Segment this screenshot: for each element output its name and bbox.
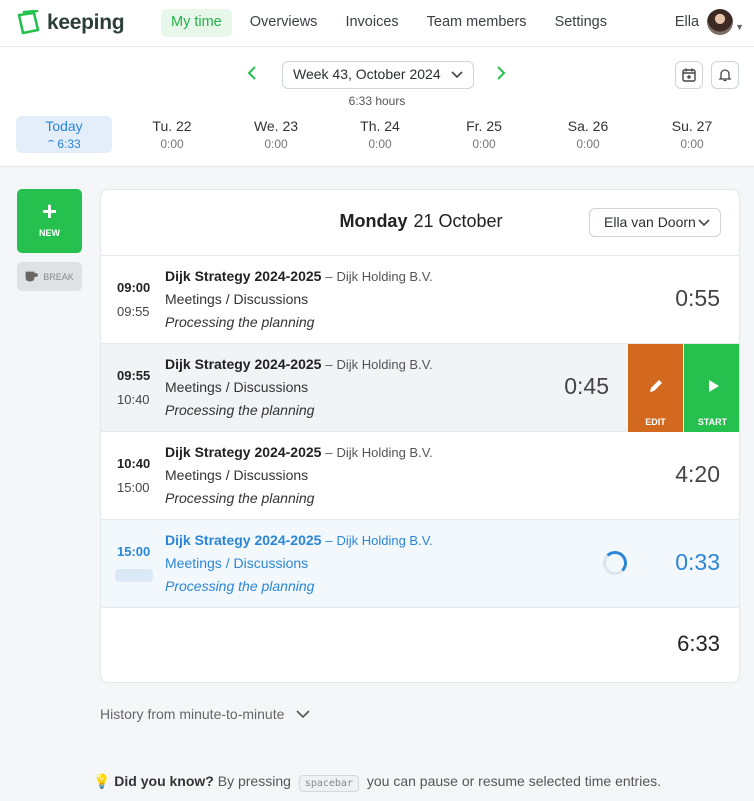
week-label: Week 43, October 2024 (293, 66, 441, 82)
keeping-logo-icon (17, 10, 40, 35)
week-select[interactable]: Week 43, October 2024 (282, 61, 474, 89)
entry-end-time: 10:40 (117, 392, 150, 407)
bell-icon (718, 69, 732, 82)
entry-duration: 0:45 (564, 373, 609, 399)
time-entry[interactable]: 10:40 15:00 Dijk Strategy 2024-2025 – Di… (101, 432, 739, 520)
entry-project: Dijk Strategy 2024-2025 (165, 268, 322, 284)
entry-start-time: 09:55 (117, 368, 151, 383)
start-entry-button[interactable]: START (684, 344, 739, 432)
entry-client: Dijk Holding B.V. (336, 533, 433, 548)
day-tab[interactable]: Th. 24 0:00 (328, 116, 432, 153)
entry-task: Meetings / Discussions (165, 555, 309, 571)
entry-task: Meetings / Discussions (165, 467, 309, 483)
lightbulb-icon: 💡 (92, 773, 111, 789)
entry-duration: 0:55 (675, 285, 720, 311)
history-toggle[interactable]: History from minute-to-minute (100, 706, 310, 722)
entry-start-time: 10:40 (117, 456, 151, 471)
chevron-down-icon (451, 71, 463, 79)
week-total-hours: 6:33 hours (348, 94, 406, 108)
calendar-button[interactable] (675, 61, 703, 89)
pencil-icon (649, 380, 662, 392)
entry-note: Processing the planning (165, 578, 315, 594)
entry-project: Dijk Strategy 2024-2025 (165, 532, 322, 548)
entry-start-time: 09:00 (117, 280, 151, 295)
person-select[interactable]: Ella van Doorn (589, 208, 721, 237)
user-name: Ella (674, 14, 700, 30)
day-tab[interactable]: Sa. 26 0:00 (536, 116, 640, 153)
chevron-down-icon (698, 219, 710, 227)
time-entry[interactable]: 09:55 10:40 Dijk Strategy 2024-2025 – Di… (101, 344, 739, 432)
entry-client: Dijk Holding B.V. (336, 445, 433, 460)
new-entry-button[interactable]: + NEW (17, 189, 82, 253)
app-name: keeping (47, 11, 125, 34)
previous-week-button[interactable] (247, 64, 257, 85)
nav-invoices[interactable]: Invoices (335, 9, 408, 37)
nav-overviews[interactable]: Overviews (240, 9, 328, 37)
day-tab[interactable]: Fr. 25 0:00 (432, 116, 536, 153)
time-entry-running[interactable]: 15:00 Dijk Strategy 2024-2025 – Dijk Hol… (101, 520, 739, 608)
day-total: 6:33 (677, 631, 720, 656)
entry-task: Meetings / Discussions (165, 291, 309, 307)
chevron-right-icon (497, 66, 506, 80)
entry-note: Processing the planning (165, 314, 315, 330)
entry-end-time: 09:55 (117, 304, 150, 319)
entry-task: Meetings / Discussions (165, 379, 309, 395)
notifications-button[interactable] (711, 61, 739, 89)
entry-client: Dijk Holding B.V. (336, 357, 433, 372)
timer-running-icon (603, 551, 627, 575)
top-navigation: keeping My time Overviews Invoices Team … (0, 0, 754, 47)
nav-settings[interactable]: Settings (545, 9, 617, 37)
edit-entry-button[interactable]: EDIT (628, 344, 683, 432)
chevron-left-icon (247, 66, 256, 80)
entry-client: Dijk Holding B.V. (336, 269, 433, 284)
break-button[interactable]: BREAK (17, 262, 82, 291)
day-tab[interactable]: Tu. 22 0:00 (120, 116, 224, 153)
chevron-down-icon: ▼ (735, 22, 744, 32)
running-icon (47, 140, 56, 148)
week-header: Week 43, October 2024 6:33 hours Today 6… (0, 47, 754, 167)
time-entry[interactable]: 09:00 09:55 Dijk Strategy 2024-2025 – Di… (101, 256, 739, 344)
entry-project: Dijk Strategy 2024-2025 (165, 444, 322, 460)
tip-title: Did you know? (114, 773, 214, 789)
next-week-button[interactable] (496, 64, 506, 85)
day-tabs: Today 6:33 Tu. 22 0:00 We. 23 0:00 Th. 24 0… (16, 116, 744, 153)
chevron-down-icon (296, 710, 310, 719)
entry-start-time: 15:00 (117, 544, 151, 559)
day-entries-card: Monday 21 October Ella van Doorn 09:00 09… (100, 189, 740, 683)
tip-bar: 💡 Did you know? By pressing spacebar you… (0, 773, 754, 792)
user-menu[interactable]: Ella ▼ (675, 9, 744, 35)
entry-project: Dijk Strategy 2024-2025 (165, 356, 322, 372)
nav-team-members[interactable]: Team members (417, 9, 537, 37)
nav-my-time[interactable]: My time (161, 9, 232, 37)
entry-duration: 0:33 (675, 549, 720, 575)
day-tab-today[interactable]: Today 6:33 (16, 116, 112, 153)
day-tab[interactable]: Su. 27 0:00 (640, 116, 744, 153)
entry-end-time: 15:00 (117, 480, 150, 495)
entry-note: Processing the planning (165, 490, 315, 506)
plus-icon: + (41, 196, 58, 226)
calendar-add-icon (682, 68, 696, 82)
entry-end-placeholder (115, 569, 153, 582)
play-icon (708, 380, 719, 392)
day-tab[interactable]: We. 23 0:00 (224, 116, 328, 153)
main-nav: My time Overviews Invoices Team members … (161, 9, 625, 37)
entry-duration: 4:20 (675, 461, 720, 487)
spacebar-key: spacebar (298, 775, 359, 792)
entry-note: Processing the planning (165, 402, 315, 418)
day-header: Monday 21 October Ella van Doorn (101, 190, 739, 256)
avatar (707, 9, 734, 35)
coffee-icon (25, 271, 39, 282)
app-logo[interactable]: keeping (16, 10, 125, 36)
